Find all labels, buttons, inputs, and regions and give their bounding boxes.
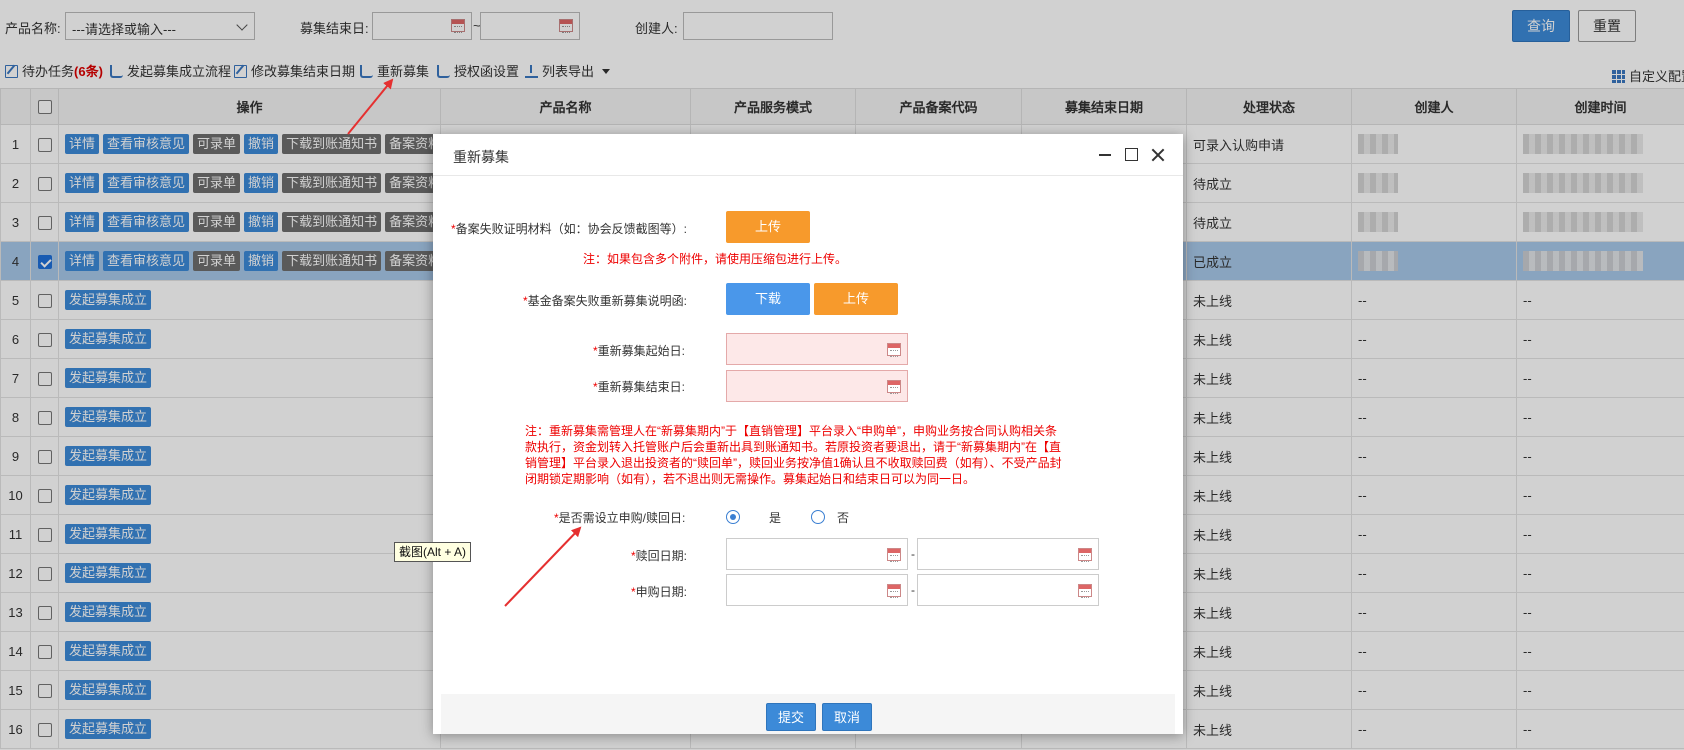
calendar-icon[interactable]	[1078, 548, 1092, 562]
redeem-date-label: *赎回日期:	[631, 549, 688, 563]
yes-radio[interactable]	[726, 510, 740, 524]
redeem-range-dash: -	[911, 547, 915, 561]
re-raise-dialog: 重新募集 *备案失败证明材料（如：协会反馈截图等）: 上传 注：如果包含多个附件…	[433, 134, 1183, 734]
attach-note: 注：如果包含多个附件，请使用压缩包进行上传。	[583, 252, 848, 266]
dialog-body: *备案失败证明材料（如：协会反馈截图等）: 上传 注：如果包含多个附件，请使用压…	[433, 177, 1183, 677]
need-date-label: *是否需设立申购/赎回日:	[554, 511, 686, 525]
close-icon[interactable]	[1149, 146, 1167, 164]
minimize-icon[interactable]	[1099, 154, 1111, 156]
yes-label: 是	[769, 511, 782, 525]
dialog-title: 重新募集	[453, 149, 509, 165]
calendar-icon[interactable]	[1078, 584, 1092, 598]
maximize-icon[interactable]	[1125, 148, 1138, 161]
purchase-date-from-input[interactable]	[726, 574, 908, 606]
calendar-icon[interactable]	[887, 548, 901, 562]
letter-download-button[interactable]: 下载	[726, 283, 810, 315]
proof-material-label: *备案失败证明材料（如：协会反馈截图等）:	[451, 222, 688, 236]
purchase-date-to-input[interactable]	[917, 574, 1099, 606]
purchase-date-label: *申购日期:	[631, 585, 688, 599]
dialog-title-bar: 重新募集	[433, 134, 1183, 176]
end-date-label: *重新募集结束日:	[593, 380, 686, 394]
letter-upload-button[interactable]: 上传	[814, 283, 898, 315]
letter-label: *基金备案失败重新募集说明函:	[523, 294, 688, 308]
dialog-footer: 提交 取消	[441, 694, 1175, 734]
purchase-range-dash: -	[911, 583, 915, 597]
no-radio[interactable]	[811, 510, 825, 524]
calendar-icon[interactable]	[887, 380, 901, 394]
end-date-input[interactable]	[726, 370, 908, 402]
start-date-label: *重新募集起始日:	[593, 344, 686, 358]
start-date-input[interactable]	[726, 333, 908, 365]
calendar-icon[interactable]	[887, 584, 901, 598]
calendar-icon[interactable]	[887, 343, 901, 357]
submit-button[interactable]: 提交	[766, 703, 816, 731]
no-label: 否	[837, 511, 850, 525]
re-raise-notice: 注：重新募集需管理人在“新募集期内”于【直销管理】平台录入“申购单”，申购业务按…	[525, 424, 1062, 486]
proof-upload-button[interactable]: 上传	[726, 211, 810, 243]
screenshot-tooltip: 截图(Alt + A)	[394, 542, 472, 562]
cancel-button[interactable]: 取消	[822, 703, 872, 731]
redeem-date-to-input[interactable]	[917, 538, 1099, 570]
redeem-date-from-input[interactable]	[726, 538, 908, 570]
